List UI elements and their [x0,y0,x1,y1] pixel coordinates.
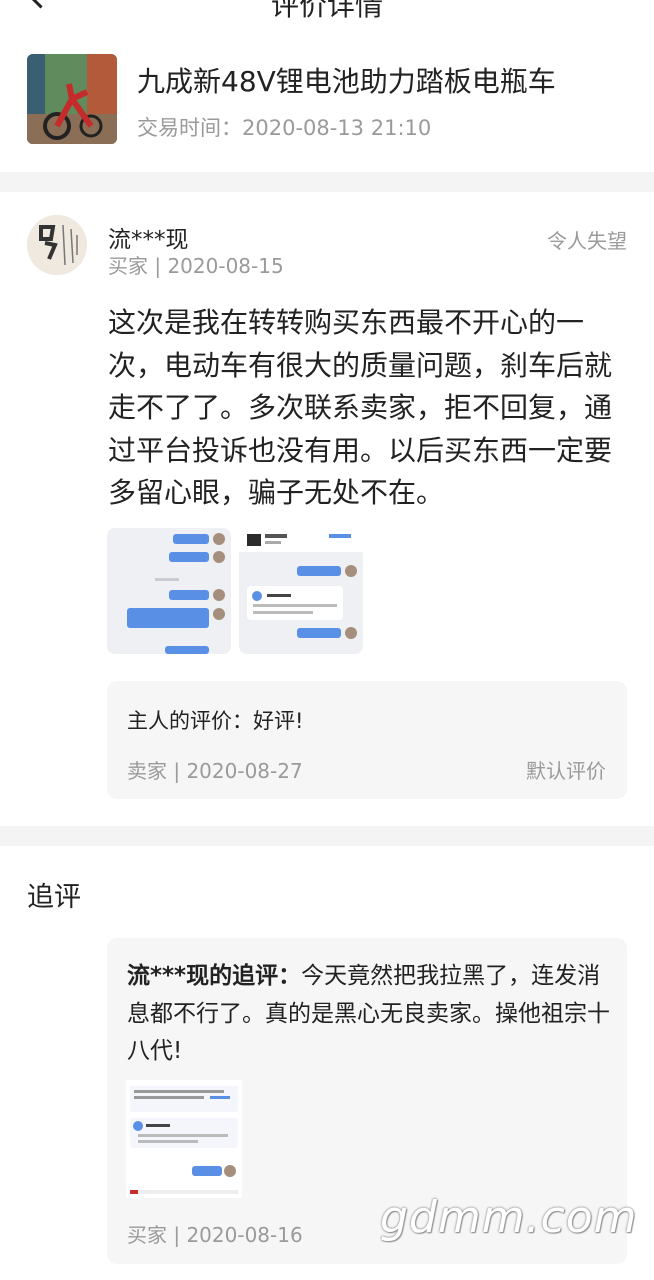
reviewer-name[interactable]: 流***现 [108,220,189,254]
followup-section-title: 追评 [27,882,81,913]
review-text: 这次是我在转转购买东西最不开心的一次，电动车有很大的质量问题，刹车后就走不了了。… [108,306,613,509]
product-title[interactable]: 九成新48V锂电池助力踏板电瓶车 [137,60,556,100]
page-title: 评价详情 [270,0,383,22]
followup-meta: 买家 | 2020-08-16 [127,1223,303,1247]
section-divider [0,826,654,846]
trade-time: 交易时间：2020-08-13 21:10 [137,116,432,140]
rating-label: 令人失望 [547,229,627,253]
followup-text: 流***现的追评：今天竟然把我拉黑了，连发消息都不行了。真的是黑心无良卖家。操他… [127,958,617,1071]
seller-reply-meta: 卖家 | 2020-08-27 [127,759,303,783]
section-divider [0,172,654,192]
top-bar: 评价详情 [0,0,654,22]
product-thumbnail[interactable] [27,54,117,144]
followup-author[interactable]: 流***现的追评： [127,963,301,989]
avatar[interactable] [27,215,87,275]
seller-reply-title: 主人的评价：好评! [127,709,304,733]
watermark: gdmm.com [380,1192,638,1243]
reviewer-meta: 买家 | 2020-08-15 [108,254,284,278]
seller-reply-tag: 默认评价 [526,759,606,783]
followup-image[interactable] [126,1080,242,1198]
review-image-1[interactable] [107,528,231,654]
review-image-2[interactable] [239,528,363,654]
